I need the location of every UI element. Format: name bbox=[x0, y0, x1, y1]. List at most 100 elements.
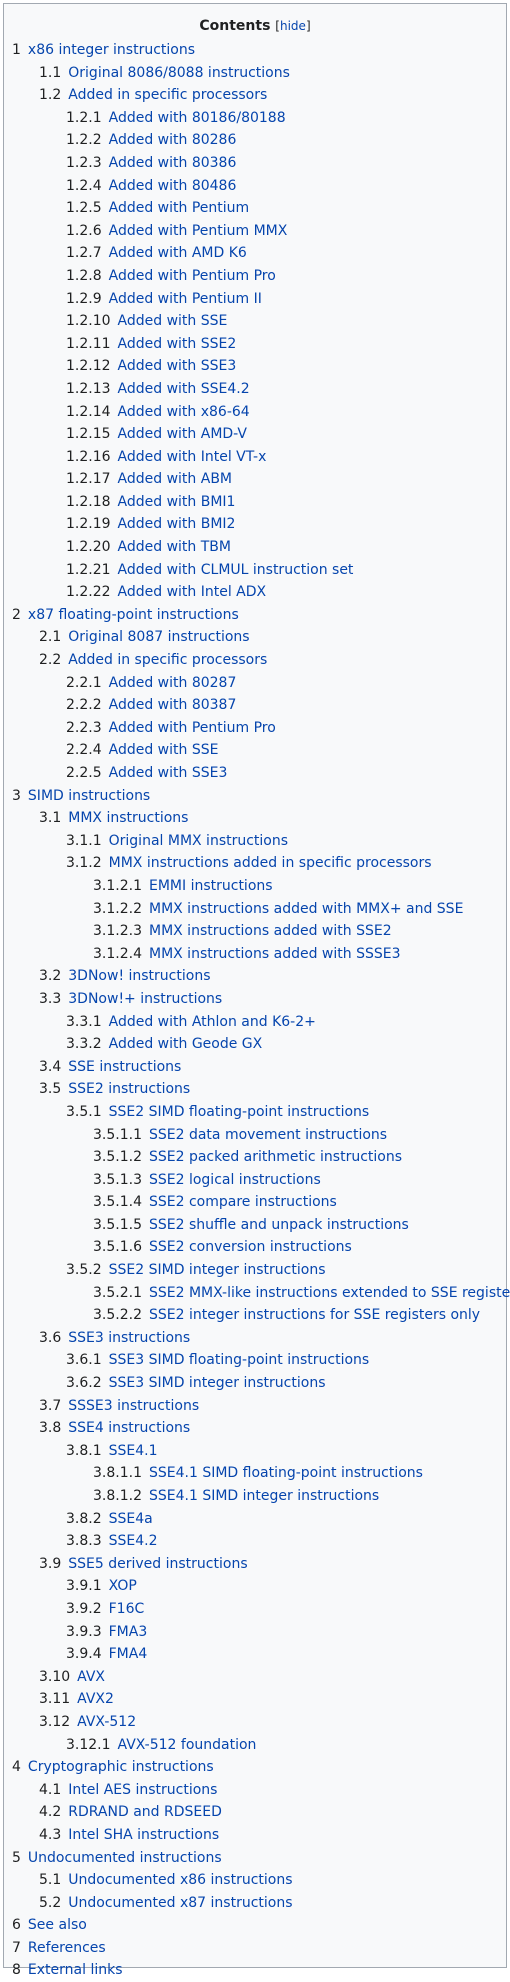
toc-item[interactable]: 1.2.9 Added with Pentium II bbox=[4, 288, 506, 311]
toc-item-link[interactable]: Added with Pentium Pro bbox=[109, 268, 276, 284]
toc-item[interactable]: 1.2.4 Added with 80486 bbox=[4, 175, 506, 198]
toc-item-link[interactable]: Added with Intel ADX bbox=[118, 584, 267, 600]
toc-item[interactable]: 1.2.21 Added with CLMUL instruction set bbox=[4, 559, 506, 582]
toc-item[interactable]: 8 External links bbox=[4, 1959, 506, 1982]
toc-item[interactable]: 3.8.2 SSE4a bbox=[4, 1508, 506, 1531]
toc-item[interactable]: 1 x86 integer instructions bbox=[4, 39, 506, 62]
toc-item[interactable]: 1.2.10 Added with SSE bbox=[4, 310, 506, 333]
toc-item[interactable]: 3.7 SSSE3 instructions bbox=[4, 1395, 506, 1418]
toc-item-link[interactable]: Intel SHA instructions bbox=[68, 1827, 219, 1843]
toc-item[interactable]: 3.1.2.2 MMX instructions added with MMX+ … bbox=[4, 898, 506, 921]
toc-item[interactable]: 3.3.1 Added with Athlon and K6-2+ bbox=[4, 1011, 506, 1034]
toc-item-link[interactable]: Undocumented instructions bbox=[28, 1850, 222, 1866]
toc-item-link[interactable]: Added with 80386 bbox=[109, 155, 237, 171]
toc-item-link[interactable]: Original 8086/8088 instructions bbox=[68, 65, 290, 81]
toc-item-link[interactable]: Intel AES instructions bbox=[68, 1782, 217, 1798]
toc-item-link[interactable]: AVX-512 bbox=[77, 1714, 136, 1730]
toc-item-link[interactable]: SSE4.2 bbox=[109, 1533, 158, 1549]
toc-item[interactable]: 3.6.1 SSE3 SIMD floating-point instructio… bbox=[4, 1349, 506, 1372]
toc-item-link[interactable]: Added with Pentium MMX bbox=[109, 223, 288, 239]
toc-item-link[interactable]: SSE2 shuffle and unpack instructions bbox=[149, 1217, 409, 1233]
toc-item-link[interactable]: SSE4a bbox=[109, 1511, 153, 1527]
toc-item-link[interactable]: Undocumented x87 instructions bbox=[68, 1895, 292, 1911]
toc-item[interactable]: 1.2.20 Added with TBM bbox=[4, 536, 506, 559]
toc-item[interactable]: 1.2.15 Added with AMD-V bbox=[4, 423, 506, 446]
toc-item-link[interactable]: Added with SSE2 bbox=[118, 336, 237, 352]
toc-item-link[interactable]: Added with SSE3 bbox=[109, 765, 228, 781]
toc-item-link[interactable]: Added with BMI1 bbox=[118, 494, 236, 510]
toc-item[interactable]: 1.2.7 Added with AMD K6 bbox=[4, 242, 506, 265]
toc-item[interactable]: 4 Cryptographic instructions bbox=[4, 1756, 506, 1779]
toc-item[interactable]: 1.2.16 Added with Intel VT-x bbox=[4, 446, 506, 469]
toc-item[interactable]: 3.12 AVX-512 bbox=[4, 1711, 506, 1734]
toc-item[interactable]: 3.1 MMX instructions bbox=[4, 807, 506, 830]
toc-item-link[interactable]: EMMI instructions bbox=[149, 878, 273, 894]
toc-item-link[interactable]: FMA4 bbox=[109, 1646, 148, 1662]
toc-item[interactable]: 1.2.13 Added with SSE4.2 bbox=[4, 378, 506, 401]
toc-item[interactable]: 3.4 SSE instructions bbox=[4, 1056, 506, 1079]
toc-item[interactable]: 3.9.3 FMA3 bbox=[4, 1621, 506, 1644]
toc-item-link[interactable]: AVX-512 foundation bbox=[118, 1737, 257, 1753]
toc-item[interactable]: 1.2.14 Added with x86-64 bbox=[4, 401, 506, 424]
toc-item[interactable]: 1.2.22 Added with Intel ADX bbox=[4, 581, 506, 604]
toc-item-link[interactable]: SSE instructions bbox=[68, 1059, 181, 1075]
toc-item-link[interactable]: Added with CLMUL instruction set bbox=[118, 562, 354, 578]
toc-item[interactable]: 3.9.4 FMA4 bbox=[4, 1643, 506, 1666]
toc-item-link[interactable]: SSE2 SIMD integer instructions bbox=[109, 1262, 326, 1278]
toc-item[interactable]: 1.2.17 Added with ABM bbox=[4, 468, 506, 491]
toc-item[interactable]: 5.1 Undocumented x86 instructions bbox=[4, 1869, 506, 1892]
toc-item-link[interactable]: SSSE3 instructions bbox=[68, 1398, 199, 1414]
toc-item-link[interactable]: MMX instructions bbox=[68, 810, 188, 826]
toc-item[interactable]: 2.2.2 Added with 80387 bbox=[4, 694, 506, 717]
toc-item-link[interactable]: x86 integer instructions bbox=[28, 42, 195, 58]
toc-item-link[interactable]: Cryptographic instructions bbox=[28, 1759, 214, 1775]
toc-item-link[interactable]: Added with 80486 bbox=[109, 178, 237, 194]
toc-item[interactable]: 3.9 SSE5 derived instructions bbox=[4, 1553, 506, 1576]
toc-item-link[interactable]: Added with 80387 bbox=[109, 697, 237, 713]
toc-item[interactable]: 3.5.1.6 SSE2 conversion instructions bbox=[4, 1236, 506, 1259]
toc-item-link[interactable]: SSE2 SIMD floating-point instructions bbox=[109, 1104, 370, 1120]
toc-item[interactable]: 3.9.1 XOP bbox=[4, 1575, 506, 1598]
toc-item-link[interactable]: x87 floating-point instructions bbox=[28, 607, 239, 623]
toc-item-link[interactable]: SSE2 logical instructions bbox=[149, 1172, 321, 1188]
toc-item-link[interactable]: Added in specific processors bbox=[68, 652, 267, 668]
toc-item-link[interactable]: Added with SSE3 bbox=[118, 358, 237, 374]
toc-item[interactable]: 1.2.1 Added with 80186/80188 bbox=[4, 107, 506, 130]
toc-item-link[interactable]: Added with 80186/80188 bbox=[109, 110, 286, 126]
toc-item[interactable]: 3.5.1.1 SSE2 data movement instructions bbox=[4, 1124, 506, 1147]
toc-item[interactable]: 3.5.1.2 SSE2 packed arithmetic instructio… bbox=[4, 1146, 506, 1169]
toc-item-link[interactable]: SIMD instructions bbox=[28, 788, 150, 804]
toc-item[interactable]: 3.5.2.1 SSE2 MMX-like instructions extend… bbox=[4, 1282, 510, 1305]
toc-item-link[interactable]: SSE4.1 SIMD floating-point instructions bbox=[149, 1465, 423, 1481]
toc-item-link[interactable]: SSE2 conversion instructions bbox=[149, 1239, 352, 1255]
toc-item-link[interactable]: References bbox=[28, 1940, 106, 1956]
toc-item-link[interactable]: SSE2 integer instructions for SSE regist… bbox=[149, 1307, 480, 1323]
toc-item[interactable]: 4.2 RDRAND and RDSEED bbox=[4, 1801, 506, 1824]
toc-item-link[interactable]: Added with Intel VT-x bbox=[118, 449, 267, 465]
toc-item[interactable]: 1.2.2 Added with 80286 bbox=[4, 129, 506, 152]
toc-item[interactable]: 3.1.2.3 MMX instructions added with SSE2 bbox=[4, 920, 506, 943]
toc-item-link[interactable]: FMA3 bbox=[109, 1624, 148, 1640]
toc-item[interactable]: 3.8.1.2 SSE4.1 SIMD integer instructions bbox=[4, 1485, 506, 1508]
toc-item-link[interactable]: Added with TBM bbox=[118, 539, 231, 555]
toc-item-link[interactable]: Added with AMD-V bbox=[118, 426, 247, 442]
toc-item-link[interactable]: Added with Geode GX bbox=[109, 1036, 263, 1052]
toc-item[interactable]: 3.5.2 SSE2 SIMD integer instructions bbox=[4, 1259, 506, 1282]
toc-item[interactable]: 3.5 SSE2 instructions bbox=[4, 1078, 506, 1101]
toc-item[interactable]: 1.2.5 Added with Pentium bbox=[4, 197, 506, 220]
toc-item[interactable]: 3.8.1.1 SSE4.1 SIMD floating-point instru… bbox=[4, 1462, 506, 1485]
toc-item-link[interactable]: Added with Pentium II bbox=[109, 291, 262, 307]
toc-item-link[interactable]: Added with SSE bbox=[118, 313, 228, 329]
toc-item[interactable]: 1.2.12 Added with SSE3 bbox=[4, 355, 506, 378]
toc-item[interactable]: 5 Undocumented instructions bbox=[4, 1847, 506, 1870]
toc-item[interactable]: 6 See also bbox=[4, 1914, 506, 1937]
toc-item[interactable]: 2.1 Original 8087 instructions bbox=[4, 626, 506, 649]
toc-item[interactable]: 3.5.1 SSE2 SIMD floating-point instructio… bbox=[4, 1101, 506, 1124]
toc-item[interactable]: 3.3.2 Added with Geode GX bbox=[4, 1033, 506, 1056]
toc-item[interactable]: 2 x87 floating-point instructions bbox=[4, 604, 506, 627]
toc-item[interactable]: 2.2.5 Added with SSE3 bbox=[4, 762, 506, 785]
toc-item-link[interactable]: Added with SSE bbox=[109, 742, 219, 758]
toc-item-link[interactable]: MMX instructions added in specific proce… bbox=[109, 855, 432, 871]
toc-item[interactable]: 3.9.2 F16C bbox=[4, 1598, 506, 1621]
toc-item-link[interactable]: External links bbox=[28, 1962, 123, 1978]
